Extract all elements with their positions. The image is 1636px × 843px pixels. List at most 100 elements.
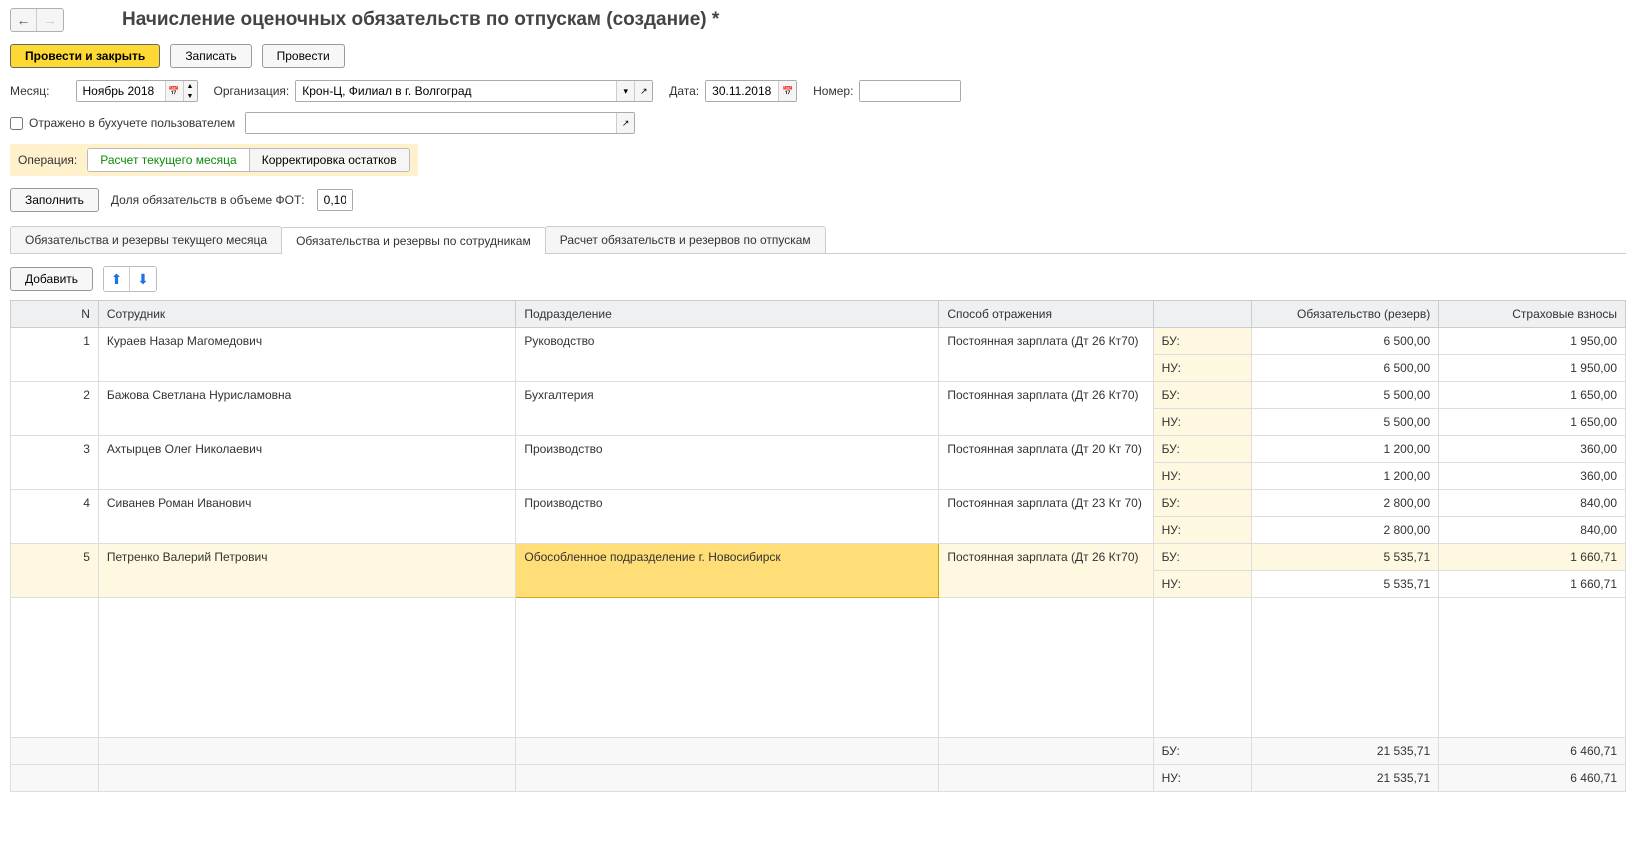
cell-n: 1 — [11, 328, 99, 382]
month-input[interactable] — [77, 81, 165, 101]
org-open-icon[interactable]: ↗ — [634, 81, 652, 101]
date-input[interactable] — [706, 81, 778, 101]
employees-table: N Сотрудник Подразделение Способ отражен… — [10, 300, 1626, 792]
col-n[interactable]: N — [11, 301, 99, 328]
total-bu-obligation: 21 535,71 — [1252, 738, 1439, 765]
org-dropdown-icon[interactable]: ▾ — [616, 81, 634, 101]
cell-employee: Кураев Назар Магомедович — [98, 328, 515, 382]
col-department[interactable]: Подразделение — [516, 301, 939, 328]
cell-nu-obligation: 5 535,71 — [1252, 571, 1439, 598]
cell-bu-obligation: 5 500,00 — [1252, 382, 1439, 409]
cell-bu-label: БУ: — [1153, 544, 1252, 571]
cell-n: 3 — [11, 436, 99, 490]
cell-employee: Бажова Светлана Нурисламовна — [98, 382, 515, 436]
cell-department: Руководство — [516, 328, 939, 382]
cell-department: Бухгалтерия — [516, 382, 939, 436]
post-button[interactable]: Провести — [262, 44, 345, 68]
cell-department: Производство — [516, 490, 939, 544]
col-insurance[interactable]: Страховые взносы — [1439, 301, 1626, 328]
date-calendar-icon[interactable]: 📅 — [778, 81, 796, 101]
cell-nu-insurance: 1 650,00 — [1439, 409, 1626, 436]
total-bu-label: БУ: — [1153, 738, 1252, 765]
table-row[interactable]: 5Петренко Валерий ПетровичОбособленное п… — [11, 544, 1626, 571]
date-label: Дата: — [669, 84, 699, 98]
write-button[interactable]: Записать — [170, 44, 251, 68]
org-label: Организация: — [214, 84, 290, 98]
cell-method: Постоянная зарплата (Дт 26 Кт70) — [939, 382, 1153, 436]
cell-nu-obligation: 5 500,00 — [1252, 409, 1439, 436]
total-nu-obligation: 21 535,71 — [1252, 765, 1439, 792]
tab-by-employee[interactable]: Обязательства и резервы по сотрудникам — [281, 227, 546, 254]
operation-label: Операция: — [18, 153, 77, 167]
tab-calculation[interactable]: Расчет обязательств и резервов по отпуск… — [545, 226, 826, 253]
cell-method: Постоянная зарплата (Дт 20 Кт 70) — [939, 436, 1153, 490]
op-current-month[interactable]: Расчет текущего месяца — [88, 149, 249, 171]
month-label: Месяц: — [10, 84, 50, 98]
cell-bu-obligation: 2 800,00 — [1252, 490, 1439, 517]
back-button[interactable]: ← — [11, 9, 37, 31]
reflected-label: Отражено в бухучете пользователем — [29, 116, 235, 130]
month-step-up[interactable]: ▲ — [183, 81, 197, 91]
cell-nu-insurance: 360,00 — [1439, 463, 1626, 490]
reflected-open-icon[interactable]: ↗ — [616, 113, 634, 133]
totals-row-nu: НУ: 21 535,71 6 460,71 — [11, 765, 1626, 792]
cell-bu-label: БУ: — [1153, 490, 1252, 517]
cell-n: 2 — [11, 382, 99, 436]
col-employee[interactable]: Сотрудник — [98, 301, 515, 328]
cell-nu-obligation: 6 500,00 — [1252, 355, 1439, 382]
cell-nu-insurance: 1 950,00 — [1439, 355, 1626, 382]
month-step-down[interactable]: ▼ — [183, 91, 197, 101]
cell-bu-insurance: 1 950,00 — [1439, 328, 1626, 355]
reflected-input[interactable] — [246, 113, 616, 133]
org-input[interactable] — [296, 81, 616, 101]
cell-nu-insurance: 1 660,71 — [1439, 571, 1626, 598]
cell-bu-insurance: 360,00 — [1439, 436, 1626, 463]
cell-n: 4 — [11, 490, 99, 544]
fill-button[interactable]: Заполнить — [10, 188, 99, 212]
tab-current-month[interactable]: Обязательства и резервы текущего месяца — [10, 226, 282, 253]
table-row[interactable]: 4Сиванев Роман ИвановичПроизводствоПосто… — [11, 490, 1626, 517]
table-row[interactable]: 3Ахтырцев Олег НиколаевичПроизводствоПос… — [11, 436, 1626, 463]
col-obligation[interactable]: Обязательство (резерв) — [1252, 301, 1439, 328]
share-label: Доля обязательств в объеме ФОТ: — [111, 193, 305, 207]
table-row[interactable]: 1Кураев Назар МагомедовичРуководствоПост… — [11, 328, 1626, 355]
cell-nu-label: НУ: — [1153, 409, 1252, 436]
cell-employee: Петренко Валерий Петрович — [98, 544, 515, 598]
cell-bu-label: БУ: — [1153, 382, 1252, 409]
col-acc[interactable] — [1153, 301, 1252, 328]
total-nu-label: НУ: — [1153, 765, 1252, 792]
total-nu-insurance: 6 460,71 — [1439, 765, 1626, 792]
cell-nu-obligation: 2 800,00 — [1252, 517, 1439, 544]
cell-bu-insurance: 1 660,71 — [1439, 544, 1626, 571]
cell-nu-label: НУ: — [1153, 463, 1252, 490]
cell-department: Обособленное подразделение г. Новосибирс… — [516, 544, 939, 598]
op-correction[interactable]: Корректировка остатков — [250, 149, 409, 171]
move-down-icon[interactable]: ⬇ — [130, 267, 156, 291]
reflected-checkbox[interactable] — [10, 117, 23, 130]
cell-nu-label: НУ: — [1153, 517, 1252, 544]
col-method[interactable]: Способ отражения — [939, 301, 1153, 328]
cell-bu-obligation: 6 500,00 — [1252, 328, 1439, 355]
totals-row-bu: БУ: 21 535,71 6 460,71 — [11, 738, 1626, 765]
number-input[interactable] — [860, 81, 960, 101]
cell-nu-insurance: 840,00 — [1439, 517, 1626, 544]
cell-method: Постоянная зарплата (Дт 23 Кт 70) — [939, 490, 1153, 544]
cell-nu-label: НУ: — [1153, 355, 1252, 382]
cell-department: Производство — [516, 436, 939, 490]
page-title: Начисление оценочных обязательств по отп… — [122, 9, 719, 31]
cell-employee: Сиванев Роман Иванович — [98, 490, 515, 544]
add-row-button[interactable]: Добавить — [10, 267, 93, 291]
cell-method: Постоянная зарплата (Дт 26 Кт70) — [939, 544, 1153, 598]
table-row[interactable]: 2Бажова Светлана НурисламовнаБухгалтерия… — [11, 382, 1626, 409]
post-and-close-button[interactable]: Провести и закрыть — [10, 44, 160, 68]
move-up-icon[interactable]: ⬆ — [104, 267, 130, 291]
forward-button[interactable]: → — [37, 9, 63, 31]
share-input[interactable] — [318, 190, 352, 210]
cell-bu-insurance: 1 650,00 — [1439, 382, 1626, 409]
cell-bu-insurance: 840,00 — [1439, 490, 1626, 517]
month-calendar-icon[interactable]: 📅 — [165, 81, 183, 101]
number-label: Номер: — [813, 84, 853, 98]
cell-employee: Ахтырцев Олег Николаевич — [98, 436, 515, 490]
cell-method: Постоянная зарплата (Дт 26 Кт70) — [939, 328, 1153, 382]
cell-bu-label: БУ: — [1153, 328, 1252, 355]
